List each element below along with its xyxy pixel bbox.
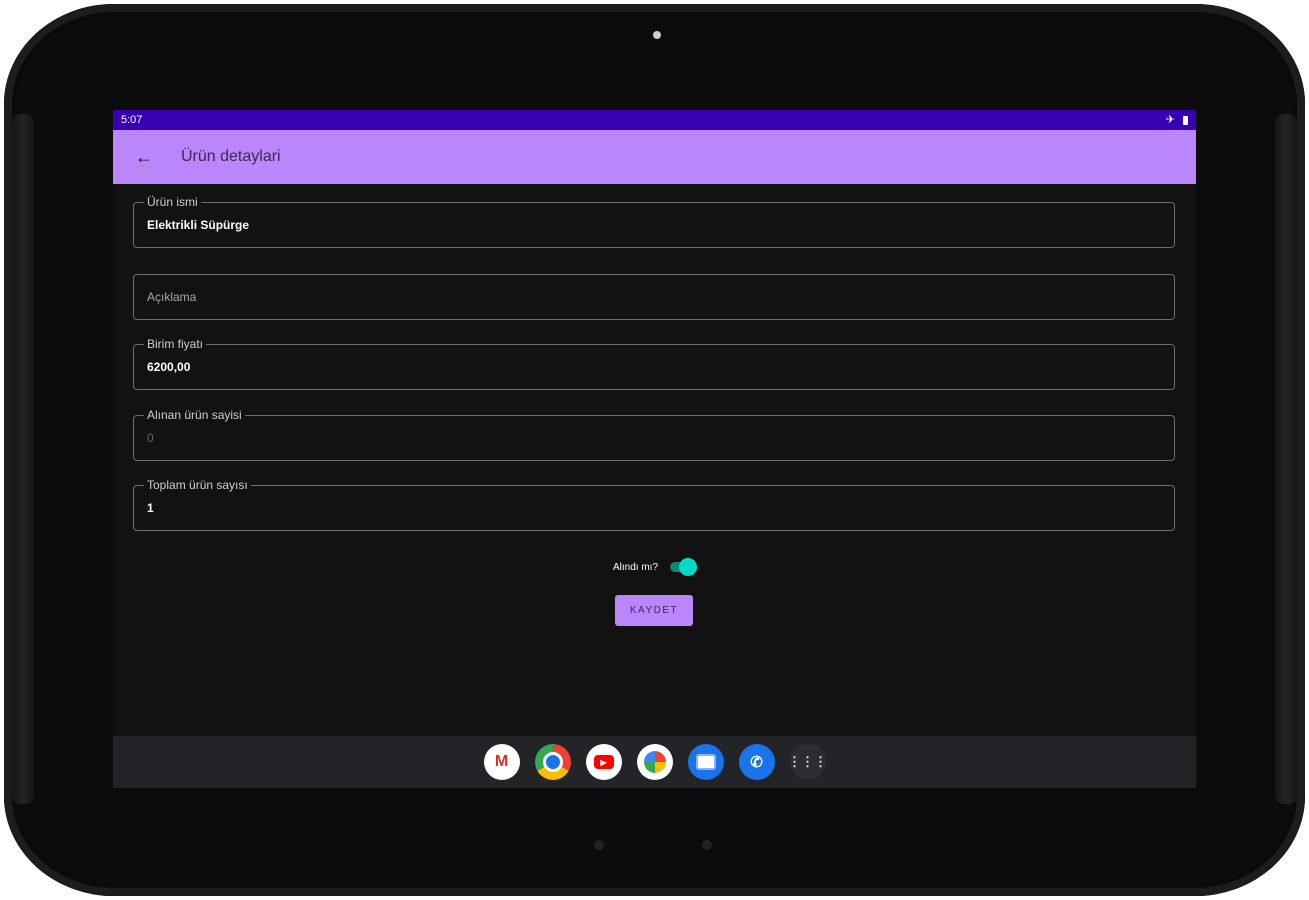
status-bar: 5:07 ✈ bbox=[113, 110, 1196, 130]
photos-pinwheel bbox=[643, 751, 666, 773]
speaker-grille-left bbox=[12, 114, 34, 804]
product-name-label: Ürün ismi bbox=[144, 194, 201, 210]
speaker-grille-right bbox=[1275, 114, 1297, 804]
purchased-toggle-label: Alındı mı? bbox=[612, 561, 659, 573]
save-button[interactable]: KAYDET bbox=[615, 595, 693, 626]
screen: 5:07 ✈ ← Ürün detaylari Ürün ismi Elektr… bbox=[113, 110, 1196, 788]
airplane-icon: ✈ bbox=[1165, 113, 1175, 126]
product-name-field[interactable]: Ürün ismi Elektrikli Süpürge bbox=[133, 194, 1175, 248]
gmail-icon[interactable]: M bbox=[483, 744, 520, 780]
purchased-toggle-row: Alındı mı? bbox=[113, 558, 1196, 576]
battery-icon bbox=[1183, 115, 1188, 125]
total-count-field[interactable]: Toplam ürün sayısı 1 bbox=[133, 477, 1175, 531]
app-drawer-icon[interactable]: ⋮⋮⋮ bbox=[788, 744, 827, 780]
youtube-play: ▶ bbox=[593, 755, 614, 769]
chrome-center bbox=[542, 752, 563, 772]
sensor-left bbox=[594, 840, 604, 850]
gmail-glyph: M bbox=[494, 753, 509, 770]
unit-price-value: 6200,00 bbox=[147, 360, 191, 374]
message-bubble bbox=[695, 754, 716, 770]
photos-icon[interactable] bbox=[636, 744, 673, 780]
messages-icon[interactable] bbox=[687, 744, 724, 780]
back-arrow-icon[interactable]: ← bbox=[135, 147, 159, 168]
description-field[interactable]: Açıklama bbox=[133, 274, 1175, 320]
product-name-value: Elektrikli Süpürge bbox=[147, 218, 250, 232]
total-count-label: Toplam ürün sayısı bbox=[144, 477, 251, 493]
youtube-icon[interactable]: ▶ bbox=[585, 744, 622, 780]
page-title: Ürün detaylari bbox=[181, 148, 281, 165]
purchased-count-field[interactable]: Alınan ürün sayisi 0 bbox=[133, 407, 1175, 461]
app-drawer-glyph: ⋮⋮⋮ bbox=[788, 754, 827, 769]
app-bar: ← Ürün detaylari bbox=[113, 130, 1196, 184]
switch-thumb bbox=[679, 558, 698, 576]
purchased-switch[interactable] bbox=[668, 558, 698, 576]
chrome-icon[interactable] bbox=[534, 744, 571, 780]
purchased-count-value: 0 bbox=[147, 431, 154, 445]
total-count-value: 1 bbox=[147, 501, 154, 515]
description-placeholder: Açıklama bbox=[147, 290, 197, 304]
app-dock: M ▶ ✆ ⋮⋮⋮ bbox=[113, 736, 1196, 788]
phone-glyph: ✆ bbox=[750, 754, 763, 771]
status-icons: ✈ bbox=[1165, 113, 1188, 126]
unit-price-field[interactable]: Birim fiyatı 6200,00 bbox=[133, 336, 1175, 390]
sensor-right bbox=[702, 840, 712, 850]
purchased-count-label: Alınan ürün sayisi bbox=[144, 407, 245, 423]
unit-price-label: Birim fiyatı bbox=[144, 336, 207, 352]
front-camera bbox=[653, 31, 661, 39]
status-time: 5:07 bbox=[121, 114, 143, 126]
phone-icon[interactable]: ✆ bbox=[738, 744, 775, 780]
